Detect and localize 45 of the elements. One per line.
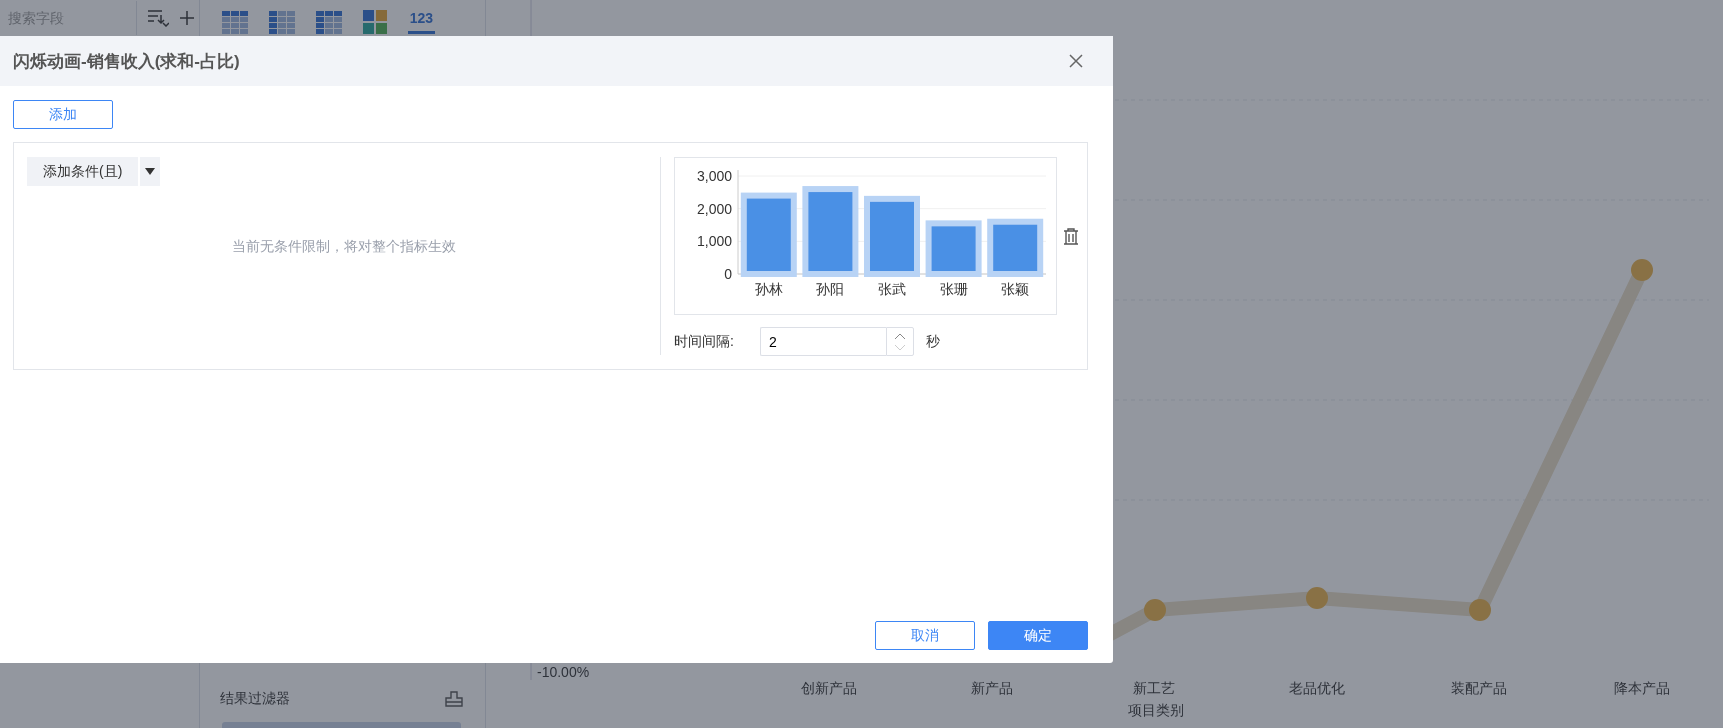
category-label: 孙阳	[816, 281, 845, 297]
category-label: 张颖	[1001, 281, 1030, 297]
category-label: 孙林	[754, 281, 783, 297]
bar	[925, 220, 982, 277]
axis-category-label: 老品优化	[1287, 680, 1346, 698]
data-point	[1469, 599, 1491, 621]
plus-icon[interactable]	[179, 10, 195, 26]
axis-tick-label: 3,000	[696, 168, 732, 184]
cancel-button[interactable]: 取消	[875, 621, 975, 650]
dropdown-button[interactable]	[140, 157, 161, 186]
caret-icon	[145, 168, 156, 175]
axis-tick-label: 2,000	[696, 200, 732, 217]
unit-label: 秒	[926, 332, 940, 351]
sort-icon[interactable]	[147, 9, 169, 27]
table-icon[interactable]	[221, 10, 248, 34]
close-button[interactable]	[1067, 52, 1085, 70]
axis-category-label: 装配产品	[1450, 680, 1509, 698]
axis-tick-label: 0	[724, 266, 732, 282]
field-label: 时间间隔:	[674, 332, 735, 351]
axis-tick-label: 1,000	[696, 233, 732, 250]
data-point	[1144, 599, 1166, 621]
grid-icon[interactable]	[362, 10, 387, 34]
table-icon[interactable]	[315, 10, 342, 34]
data-point	[1631, 259, 1653, 281]
category-label: 张武	[878, 281, 906, 297]
add-condition-button[interactable]: 添加条件(且)	[27, 157, 139, 186]
confirm-button[interactable]: 确定	[988, 621, 1088, 650]
dialog-title: 闪烁动画-销售收入(求和-占比)	[13, 50, 240, 73]
section-title: 结果过滤器	[219, 690, 290, 708]
table-icon[interactable]	[268, 10, 295, 34]
axis-category-label: 创新产品	[800, 680, 859, 698]
delete-icon[interactable]	[1063, 227, 1079, 245]
empty-message: 当前无条件限制，将对整个指标生效	[231, 238, 456, 256]
category-label: 张珊	[939, 281, 968, 297]
axis-title: 项目类别	[1128, 702, 1184, 720]
axis-tick-label: -10.00%	[537, 664, 590, 680]
axis-category-label: 新产品	[969, 680, 1014, 698]
data-point	[1306, 587, 1328, 609]
eraser-icon[interactable]	[445, 691, 463, 707]
add-button[interactable]: 添加	[13, 100, 113, 129]
bar	[987, 218, 1044, 277]
number-field[interactable]: 2	[760, 327, 886, 356]
axis-category-label: 新工艺	[1132, 680, 1177, 698]
stepper-button[interactable]	[886, 327, 914, 356]
axis-category-label: 降本产品	[1612, 680, 1671, 698]
